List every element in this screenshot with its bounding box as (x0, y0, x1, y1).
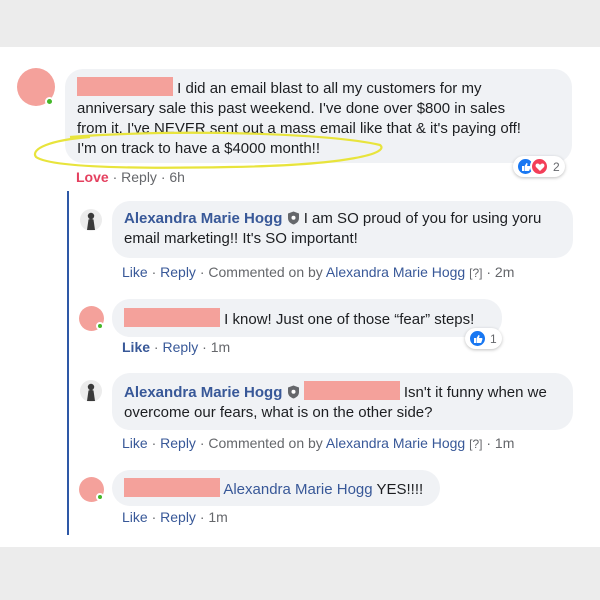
author-name[interactable]: Alexandra Marie Hogg (124, 210, 282, 227)
reply-text-line: email marketing!! It's SO important! (124, 230, 358, 247)
reply-actions: Like · Reply · Commented on by Alexandra… (122, 435, 515, 451)
like-link[interactable]: Like (122, 509, 148, 525)
comment-text-line: I did an email blast to all my customers… (177, 80, 482, 97)
reply-text: I know! Just one of those “fear” steps! (224, 311, 475, 328)
reply-text-line: overcome our fears, what is on the other… (124, 404, 433, 421)
reaction-summary[interactable]: 1 (465, 328, 502, 349)
reply-link[interactable]: Reply (162, 339, 198, 355)
reaction-summary[interactable]: 2 (513, 156, 565, 177)
shield-icon (287, 385, 299, 399)
reply-link[interactable]: Reply (121, 169, 157, 185)
redacted-name (124, 308, 220, 327)
redacted-name (77, 77, 173, 96)
reply-actions: Like · Reply · 1m (122, 509, 228, 525)
reply-link[interactable]: Reply (160, 509, 196, 525)
timestamp[interactable]: 2m (495, 264, 514, 280)
redacted-name (303, 381, 400, 400)
like-link[interactable]: Like (122, 339, 150, 355)
tagged-user-link[interactable]: Alexandra Marie Hogg (223, 481, 372, 498)
reply-actions: Like · Reply · Commented on by Alexandra… (122, 264, 515, 280)
reply-bubble: Alexandra Marie Hogg I am SO proud of yo… (112, 201, 573, 258)
commented-on-label: Commented on by (208, 264, 323, 280)
shield-icon (287, 211, 299, 225)
avatar[interactable] (80, 209, 102, 231)
reaction-count: 2 (553, 159, 560, 174)
reply-actions: Like · Reply · 1m (122, 339, 231, 355)
love-reaction-link[interactable]: Love (76, 169, 109, 185)
like-link[interactable]: Like (122, 435, 148, 451)
heart-reaction-icon (530, 157, 549, 176)
reply-bubble: Alexandra Marie Hogg Isn't it funny when… (112, 373, 573, 430)
commented-on-label: Commented on by (208, 435, 323, 451)
comment-actions: Love · Reply · 6h (76, 169, 185, 185)
online-status-dot (96, 493, 104, 501)
like-link[interactable]: Like (122, 264, 148, 280)
timestamp[interactable]: 1m (495, 435, 514, 451)
help-link[interactable]: [?] (469, 266, 482, 280)
reply-bubble: I know! Just one of those “fear” steps! (112, 299, 502, 337)
online-status-dot (45, 97, 54, 106)
reply-link[interactable]: Reply (160, 264, 196, 280)
online-status-dot (96, 322, 104, 330)
reply-bubble: Alexandra Marie Hogg YES!!!! (112, 470, 440, 506)
comment-text-line: anniversary sale this past weekend. I've… (77, 100, 506, 117)
reaction-count: 1 (490, 331, 497, 346)
avatar[interactable] (80, 380, 102, 402)
timestamp[interactable]: 1m (208, 509, 227, 525)
timestamp[interactable]: 1m (211, 339, 230, 355)
reply-link[interactable]: Reply (160, 435, 196, 451)
highlight-ellipse (33, 131, 383, 169)
redacted-name (124, 478, 220, 497)
reply-thread-line (67, 191, 69, 535)
commenter-link[interactable]: Alexandra Marie Hogg (326, 435, 465, 451)
reply-text-line: I am SO proud of you for using yoru (303, 210, 542, 227)
like-reaction-icon (468, 329, 487, 348)
reply-text: YES!!!! (376, 481, 424, 498)
help-link[interactable]: [?] (469, 437, 482, 451)
commenter-link[interactable]: Alexandra Marie Hogg (326, 264, 465, 280)
reply-text-line: Isn't it funny when we (403, 384, 547, 401)
timestamp[interactable]: 6h (169, 169, 185, 185)
author-name[interactable]: Alexandra Marie Hogg (124, 384, 282, 401)
